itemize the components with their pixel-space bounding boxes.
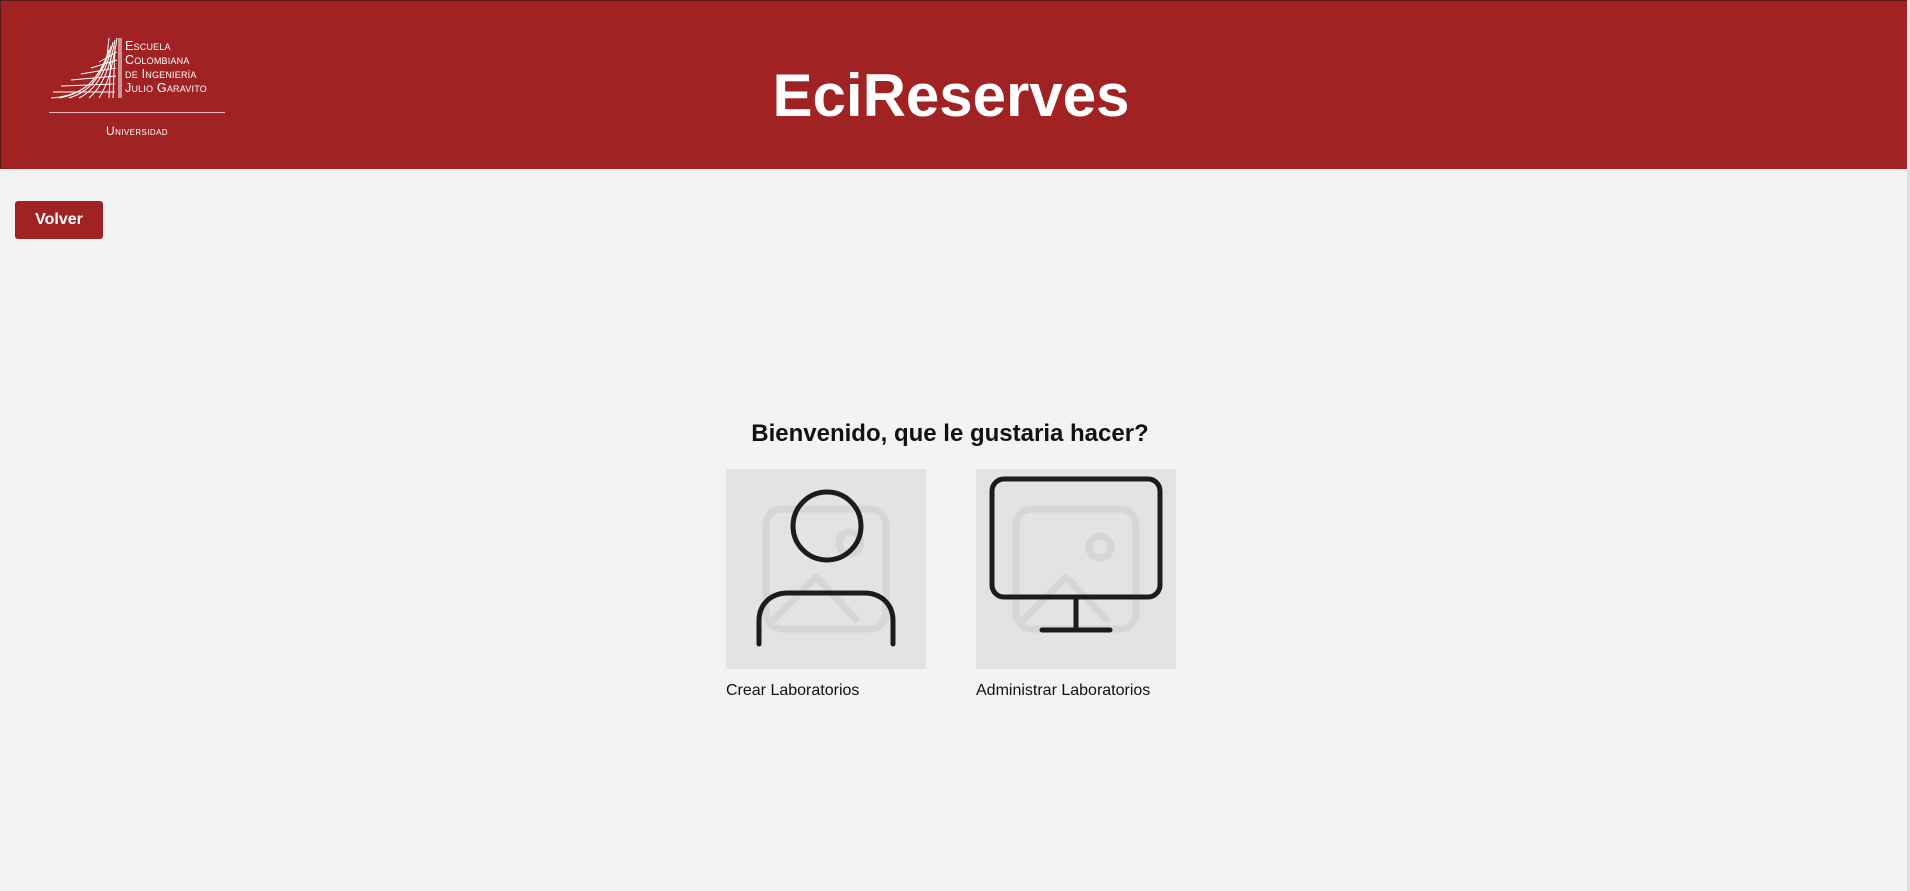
create-labs-label[interactable]: Crear Laboratorios [726, 681, 859, 701]
page: Escuela Colombiana de Ingeniería Julio G… [0, 0, 1910, 891]
admin-labs-label[interactable]: Administrar Laboratorios [976, 681, 1150, 701]
admin-labs-card[interactable]: Administrar Laboratorios [976, 469, 1176, 699]
admin-labs-image[interactable] [976, 469, 1176, 669]
welcome-heading: Bienvenido, que le gustaria hacer? [751, 420, 1149, 447]
app-title: EciReserves [772, 62, 1130, 129]
back-button[interactable]: Volver [15, 201, 103, 239]
create-labs-image[interactable] [726, 469, 926, 669]
monitor-icon [989, 476, 1163, 633]
create-labs-card[interactable]: Crear Laboratorios [726, 469, 926, 699]
header: Escuela Colombiana de Ingeniería Julio G… [0, 0, 1908, 169]
user-icon [756, 489, 896, 647]
logo-line-1: Escuela [125, 39, 171, 53]
